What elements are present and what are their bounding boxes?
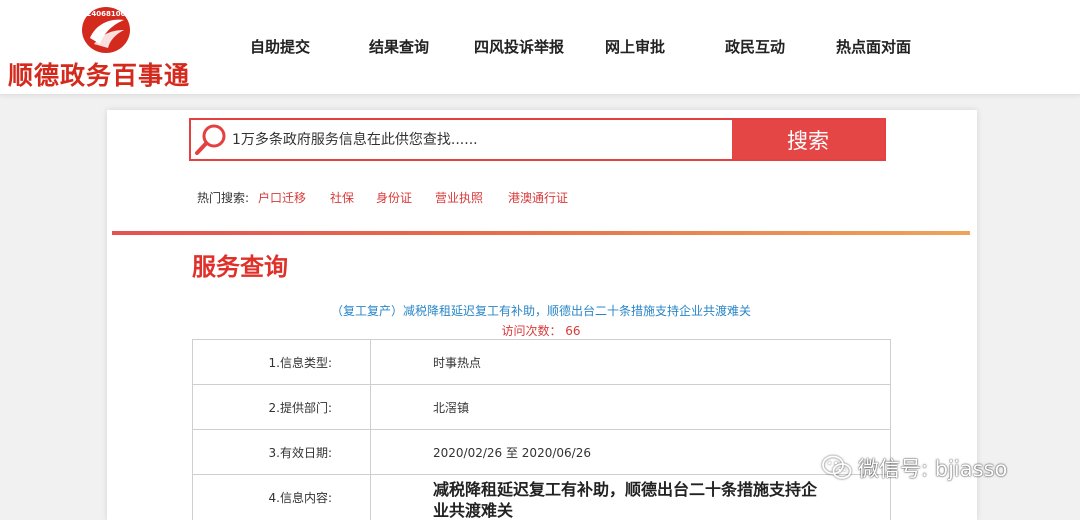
- search-input[interactable]: [232, 122, 730, 157]
- row-value-valid-date: 2020/02/26 至 2020/06/26: [370, 429, 891, 475]
- site-header: 24068100 顺德政务百事通 自助提交 结果查询 四风投诉举报 网上审批 政…: [0, 0, 1080, 95]
- visit-count-value: 66: [565, 324, 581, 338]
- row-label-department: 2.提供部门:: [192, 384, 371, 430]
- row-value-info-content: 减税降租延迟复工有补助，顺德出台二十条措施支持企业共渡难关: [370, 474, 891, 520]
- row-value-info-type: 时事热点: [370, 339, 891, 385]
- row-label-valid-date: 3.有效日期:: [192, 429, 371, 475]
- table-row: 3.有效日期: 2020/02/26 至 2020/06/26: [192, 429, 891, 475]
- row-label-info-content: 4.信息内容:: [192, 474, 371, 520]
- hot-search-social-security[interactable]: 社保: [330, 189, 354, 206]
- magnifier-icon: [195, 124, 226, 155]
- section-title: 服务查询: [192, 253, 288, 281]
- row-label-info-type: 1.信息类型:: [192, 339, 371, 385]
- hot-search-label: 热门搜索:: [197, 191, 250, 205]
- wechat-icon: [822, 455, 852, 479]
- nav-result-query[interactable]: 结果查询: [369, 36, 429, 58]
- nav-online-approval[interactable]: 网上审批: [605, 36, 665, 58]
- hot-search-id-card[interactable]: 身份证: [376, 189, 412, 206]
- table-row: 2.提供部门: 北滘镇: [192, 384, 891, 430]
- nav-gov-interaction[interactable]: 政民互动: [725, 36, 785, 58]
- watermark-text: 微信号: bjiasso: [858, 457, 1008, 481]
- wechat-watermark: 微信号: bjiasso: [822, 452, 1007, 484]
- table-row: 1.信息类型: 时事热点: [192, 339, 891, 385]
- nav-self-submit[interactable]: 自助提交: [250, 36, 310, 58]
- visit-count-line: 访问次数： 66: [192, 322, 890, 339]
- hot-search-hk-macau-permit[interactable]: 港澳通行证: [508, 189, 568, 206]
- article-title: （复工复产）减税降租延迟复工有补助，顺德出台二十条措施支持企业共渡难关: [330, 304, 751, 318]
- visit-count-label: 访问次数：: [501, 324, 562, 338]
- hot-search-business-license[interactable]: 营业执照: [435, 189, 483, 206]
- info-table: 1.信息类型: 时事热点 2.提供部门: 北滘镇 3.有效日期: 2020/02…: [192, 339, 891, 520]
- table-row: 4.信息内容: 减税降租延迟复工有补助，顺德出台二十条措施支持企业共渡难关: [192, 474, 891, 520]
- search-button[interactable]: 搜索: [732, 120, 884, 159]
- logo-emblem-number: 24068100: [87, 10, 126, 18]
- row-value-department: 北滘镇: [370, 384, 891, 430]
- nav-hot-topics[interactable]: 热点面对面: [836, 36, 911, 58]
- site-logo-text[interactable]: 顺德政务百事通: [8, 56, 213, 92]
- section-divider: [112, 231, 970, 235]
- nav-complaint-report[interactable]: 四风投诉举报: [474, 36, 564, 58]
- hot-search-hukou[interactable]: 户口迁移: [258, 189, 306, 206]
- logo-emblem-icon[interactable]: 24068100: [80, 4, 132, 56]
